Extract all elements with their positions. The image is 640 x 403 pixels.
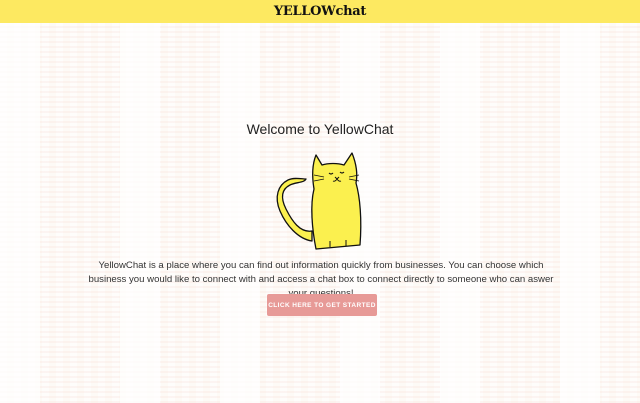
brand-logo[interactable]: YELLOWchat [274, 0, 367, 23]
get-started-button[interactable]: CLICK HERE TO GET STARTED [267, 294, 377, 316]
yellow-cat-icon [276, 152, 362, 250]
main-content: Welcome to YellowChat YellowChat is a pl… [0, 23, 640, 403]
welcome-title: Welcome to YellowChat [246, 121, 394, 137]
top-bar: YELLOWchat [0, 0, 640, 23]
